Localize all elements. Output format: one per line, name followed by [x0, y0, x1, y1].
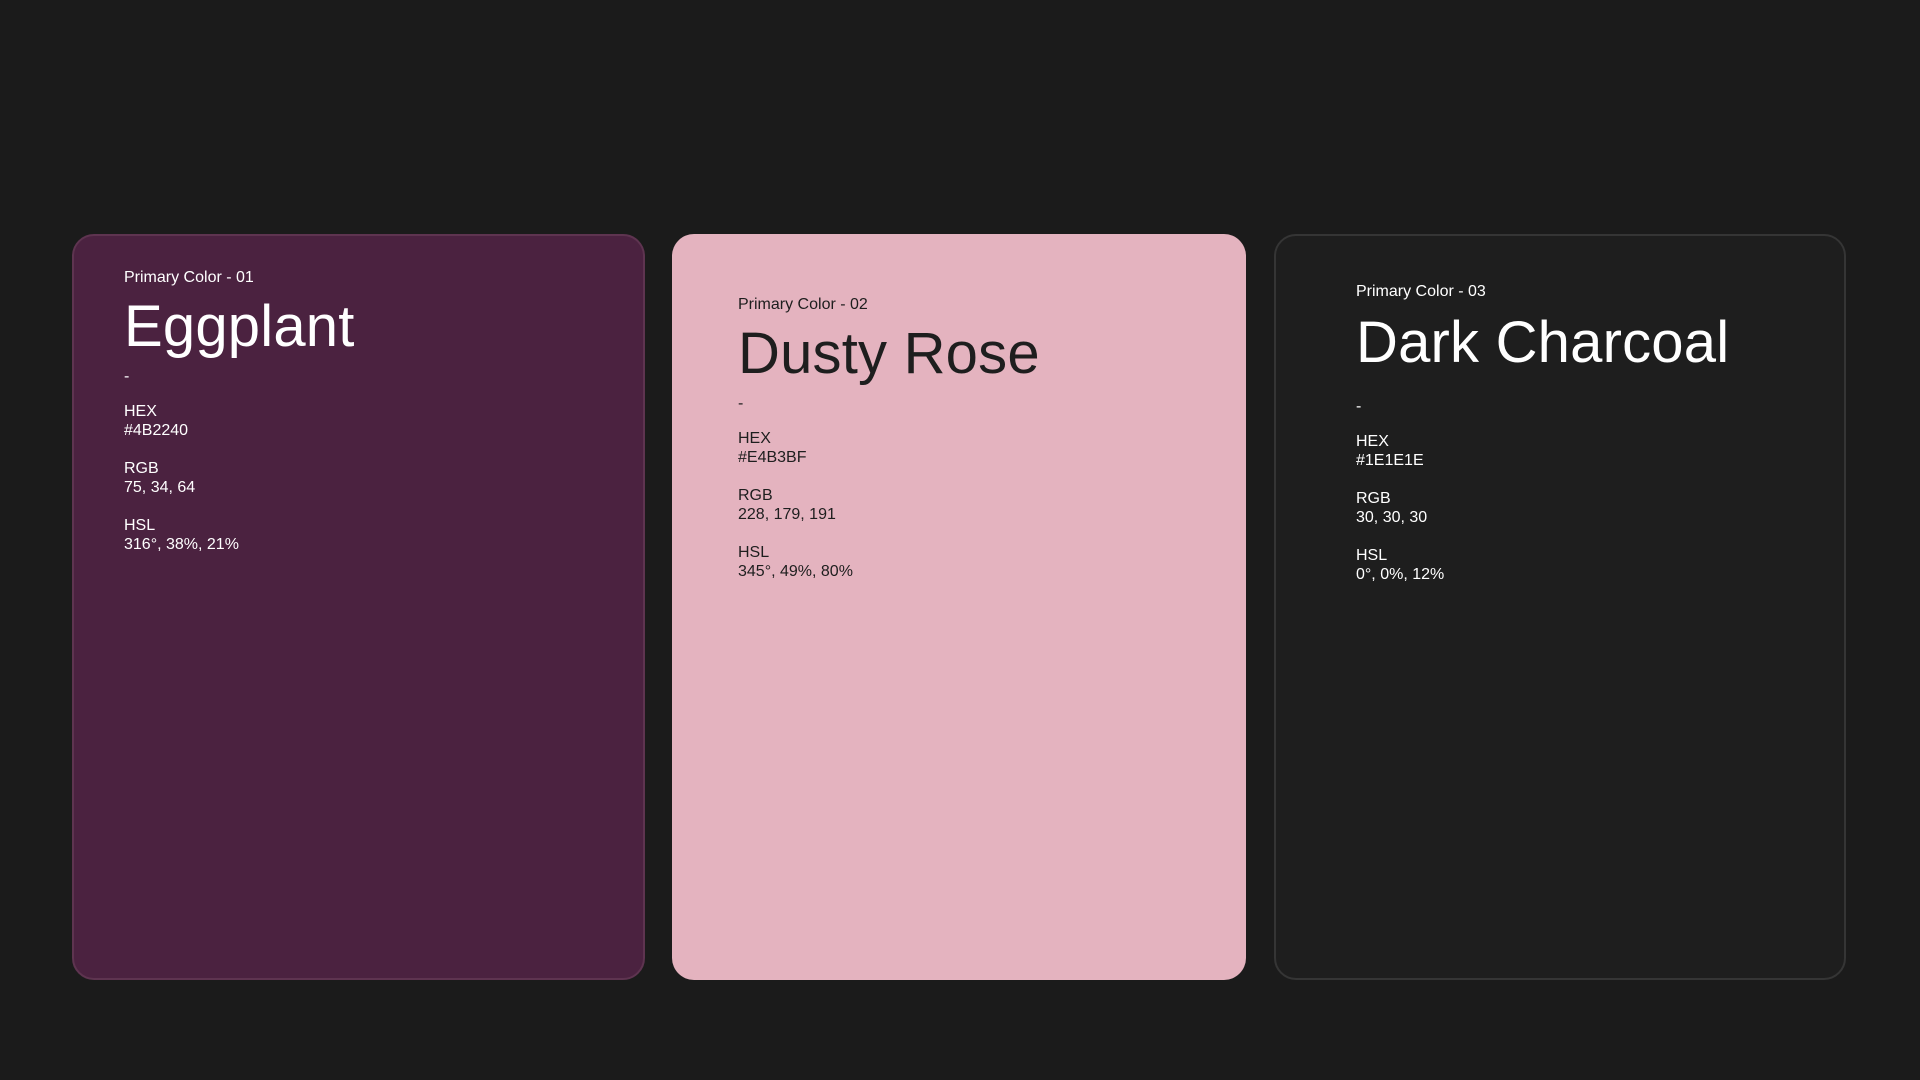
spec-value: 75, 34, 64 [124, 479, 196, 496]
spec-hex: HEX #4B2240 [124, 402, 355, 440]
separator-dash: - [738, 395, 744, 412]
color-specs: HEX #4B2240 RGB 75, 34, 64 HSL 316°, 38%… [124, 402, 355, 554]
spec-key: RGB [124, 460, 159, 477]
spec-key: HEX [738, 430, 771, 447]
spec-hsl: HSL 316°, 38%, 21% [124, 516, 355, 554]
color-number-label: Primary Color - 03 [1356, 283, 1486, 300]
spec-value: 30, 30, 30 [1356, 509, 1428, 526]
color-number-label: Primary Color - 01 [124, 269, 254, 286]
color-card-eggplant: Primary Color - 01 Eggplant - HEX #4B224… [72, 234, 645, 980]
spec-value: #1E1E1E [1356, 452, 1424, 469]
color-palette-slide: Primary Color - 01 Eggplant - HEX #4B224… [0, 0, 1920, 1080]
card-content: Primary Color - 02 Dusty Rose - HEX #E4B… [738, 295, 1040, 600]
spec-value: 316°, 38%, 21% [124, 536, 239, 553]
spec-value: 345°, 49%, 80% [738, 563, 853, 580]
card-content: Primary Color - 03 Dark Charcoal - HEX #… [1356, 282, 1729, 603]
separator-dash: - [1356, 398, 1362, 415]
color-card-dark-charcoal: Primary Color - 03 Dark Charcoal - HEX #… [1274, 234, 1846, 980]
spec-hsl: HSL 345°, 49%, 80% [738, 543, 1040, 581]
spec-key: HSL [1356, 547, 1388, 564]
color-specs: HEX #1E1E1E RGB 30, 30, 30 HSL 0°, 0%, 1… [1356, 432, 1729, 584]
color-name: Dark Charcoal [1356, 310, 1730, 375]
spec-hex: HEX #1E1E1E [1356, 432, 1729, 470]
spec-key: RGB [738, 487, 773, 504]
color-name: Dusty Rose [738, 321, 1040, 386]
color-specs: HEX #E4B3BF RGB 228, 179, 191 HSL 345°, … [738, 429, 1040, 581]
separator-dash: - [124, 368, 130, 385]
spec-key: RGB [1356, 490, 1391, 507]
spec-value: 0°, 0%, 12% [1356, 566, 1445, 583]
spec-rgb: RGB 30, 30, 30 [1356, 489, 1729, 527]
color-card-dusty-rose: Primary Color - 02 Dusty Rose - HEX #E4B… [672, 234, 1246, 980]
spec-key: HSL [738, 544, 770, 561]
color-number-label: Primary Color - 02 [738, 296, 868, 313]
spec-rgb: RGB 75, 34, 64 [124, 459, 355, 497]
spec-key: HEX [124, 403, 157, 420]
spec-hsl: HSL 0°, 0%, 12% [1356, 546, 1729, 584]
spec-rgb: RGB 228, 179, 191 [738, 486, 1040, 524]
spec-hex: HEX #E4B3BF [738, 429, 1040, 467]
spec-value: 228, 179, 191 [738, 506, 836, 523]
spec-key: HEX [1356, 433, 1389, 450]
spec-key: HSL [124, 517, 156, 534]
color-name: Eggplant [124, 294, 355, 359]
spec-value: #4B2240 [124, 422, 189, 439]
card-content: Primary Color - 01 Eggplant - HEX #4B224… [124, 268, 355, 573]
spec-value: #E4B3BF [738, 449, 807, 466]
